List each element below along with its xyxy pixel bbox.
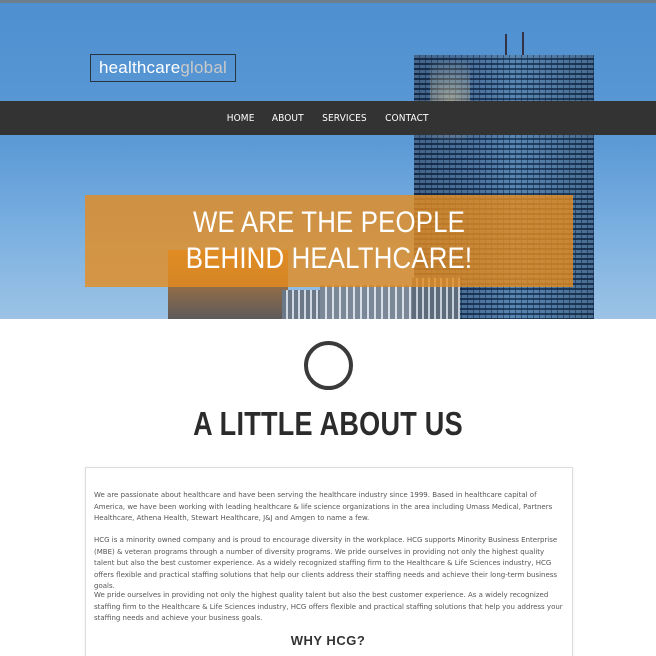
- nav-contact[interactable]: CONTACT: [378, 113, 437, 124]
- logo-text-secondary: global: [180, 58, 227, 77]
- about-paragraph: We pride ourselves in providing not only…: [94, 591, 563, 622]
- about-title: A LITTLE ABOUT US: [193, 405, 463, 442]
- about-paragraph: HCG is a minority owned company and is p…: [94, 536, 558, 590]
- hero-section: healthcare global HOME ABOUT SERVICES CON…: [0, 0, 656, 319]
- nav-home[interactable]: HOME: [219, 113, 262, 124]
- main-nav: HOME ABOUT SERVICES CONTACT: [0, 101, 656, 135]
- site-logo[interactable]: healthcare global: [90, 54, 236, 82]
- why-hcg-heading: WHY HCG?: [290, 633, 366, 648]
- nav-services[interactable]: SERVICES: [315, 113, 375, 124]
- building-image: [320, 285, 416, 319]
- logo-text-primary: healthcare: [99, 58, 181, 77]
- hero-banner: WE ARE THE PEOPLE BEHIND HEALTHCARE!: [85, 195, 573, 287]
- hero-headline: WE ARE THE PEOPLE BEHIND HEALTHCARE!: [185, 206, 473, 275]
- circle-icon: [304, 341, 353, 390]
- building-image: [282, 290, 322, 319]
- top-border: [0, 0, 656, 3]
- nav-about[interactable]: ABOUT: [265, 113, 312, 124]
- about-paragraph: We are passionate about healthcare and h…: [94, 491, 553, 522]
